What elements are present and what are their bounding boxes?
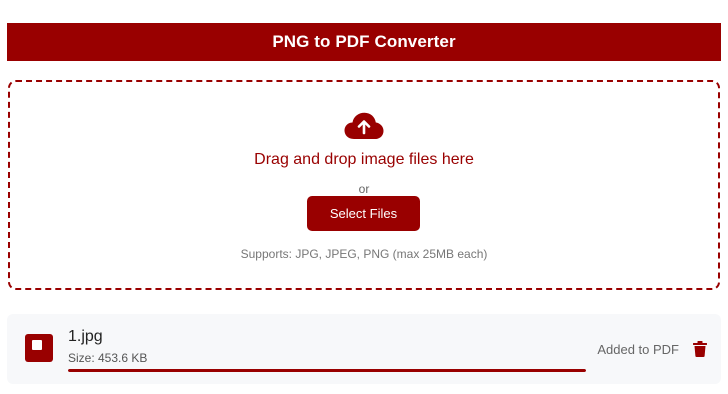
cloud-upload-icon [344,112,384,139]
trash-icon[interactable] [693,341,707,357]
drop-zone[interactable]: Drag and drop image files here or Select… [8,80,720,290]
supported-formats-note: Supports: JPG, JPEG, PNG (max 25MB each) [240,247,488,261]
file-size: Size: 453.6 KB [68,351,148,365]
upload-progress-bar [68,369,586,372]
page-title: PNG to PDF Converter [272,32,456,51]
or-separator: or [358,182,370,196]
upload-progress-fill [68,369,586,372]
file-status: Added to PDF [597,342,679,357]
select-files-button[interactable]: Select Files [307,196,420,231]
image-file-icon [25,334,53,362]
drop-zone-title: Drag and drop image files here [254,151,474,168]
app-header: PNG to PDF Converter [7,23,721,61]
file-name: 1.jpg [68,328,103,345]
file-list-item: 1.jpg Size: 453.6 KB Added to PDF [7,314,721,384]
